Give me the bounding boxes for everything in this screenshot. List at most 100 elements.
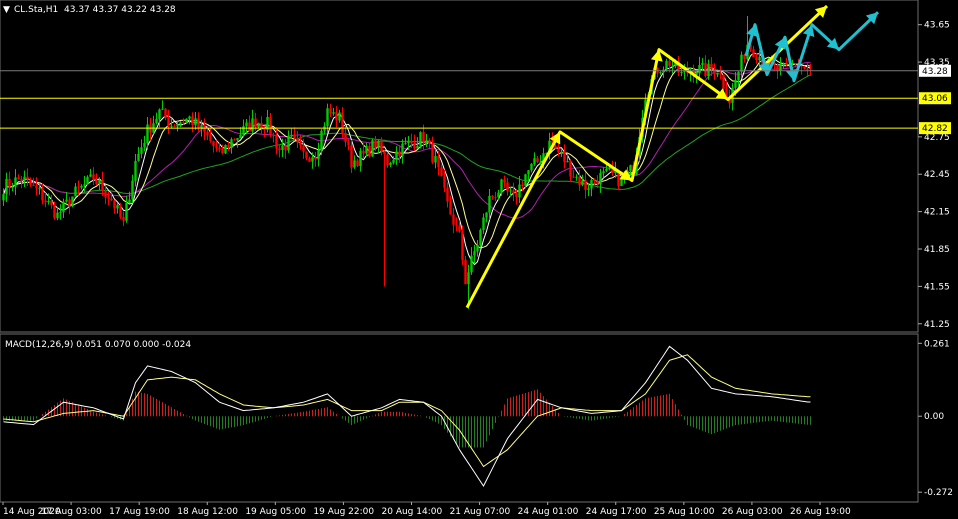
candle-body: [524, 174, 527, 186]
candle-body: [455, 224, 458, 226]
candle-body: [665, 61, 668, 70]
candle-body: [497, 192, 500, 198]
candle-body: [560, 151, 563, 153]
candle-body: [587, 188, 590, 190]
candle-body: [59, 212, 62, 214]
candle-body: [155, 118, 158, 124]
candle-body: [380, 140, 383, 152]
candle-body: [428, 140, 431, 144]
level-tag: 43.06: [922, 94, 948, 104]
candle-body: [221, 148, 224, 154]
macd-tick-label: 0.261: [924, 339, 950, 349]
candle-body: [482, 217, 485, 231]
time-tick-label: 17 Aug 19:00: [109, 507, 170, 517]
candle-body: [272, 134, 275, 136]
chart-area: 43.6543.3542.7542.4542.1541.8541.5541.25…: [0, 0, 953, 517]
candle-body: [20, 178, 23, 181]
candle-body: [248, 122, 251, 132]
candle-body: [737, 71, 740, 80]
price-tick-label: 43.65: [924, 21, 950, 31]
macd-tick-label: 0.00: [924, 412, 944, 422]
candle-body: [410, 141, 413, 144]
candle-body: [56, 212, 59, 219]
price-tick-label: 42.45: [924, 170, 950, 180]
candle-body: [71, 196, 74, 207]
candle-body: [158, 109, 161, 119]
candle-body: [362, 150, 365, 154]
candle-body: [407, 141, 410, 144]
candle-body: [704, 63, 707, 76]
candle-body: [251, 118, 254, 132]
candle-body: [659, 72, 662, 74]
candle-body: [422, 132, 425, 143]
price-tick-label: 41.55: [924, 282, 950, 292]
candle-body: [317, 150, 320, 160]
candle-body: [107, 197, 110, 199]
candle-body: [521, 184, 524, 186]
candle-body: [212, 141, 215, 147]
candle-body: [500, 179, 503, 193]
candle-body: [92, 174, 95, 180]
candle-body: [101, 179, 104, 192]
candle-body: [752, 49, 755, 58]
candle-body: [419, 132, 422, 146]
candle-body: [716, 72, 719, 75]
candle-body: [179, 122, 182, 125]
macd-tick-label: -0.272: [924, 488, 953, 498]
candle-body: [32, 184, 35, 186]
time-tick-label: 20 Aug 14:00: [382, 507, 443, 517]
candle-body: [782, 63, 785, 65]
candle-body: [128, 199, 131, 203]
price-tick-label: 41.85: [924, 245, 950, 255]
candle-body: [425, 140, 428, 143]
candle-body: [185, 118, 188, 123]
candle-body: [77, 186, 80, 188]
candle-body: [518, 184, 521, 198]
candle-body: [281, 145, 284, 150]
candle-body: [449, 201, 452, 215]
candle-body: [26, 176, 29, 180]
candle-body: [44, 200, 47, 203]
candle-body: [275, 134, 278, 149]
candle-body: [287, 136, 290, 151]
candle-body: [590, 179, 593, 189]
candle-body: [134, 160, 137, 181]
candle-body: [668, 61, 671, 66]
candle-body: [377, 140, 380, 148]
candle-body: [368, 146, 371, 157]
candle-body: [350, 144, 353, 168]
candle-body: [338, 112, 341, 121]
candle-body: [50, 201, 53, 205]
candle-body: [779, 64, 782, 71]
candle-body: [14, 177, 17, 187]
candle-body: [581, 180, 584, 185]
candle-body: [170, 125, 173, 127]
candle-body: [116, 205, 119, 209]
candle-body: [494, 197, 497, 199]
candle-body: [161, 108, 164, 110]
candle-body: [302, 145, 305, 152]
candle-body: [473, 251, 476, 256]
candle-body: [356, 160, 359, 167]
candle-body: [113, 200, 116, 209]
candle-body: [344, 133, 347, 142]
candle-body: [512, 190, 515, 193]
candle-body: [137, 153, 140, 161]
candle-body: [563, 151, 566, 163]
candle-body: [758, 57, 761, 61]
candle-body: [284, 145, 287, 151]
candle-body: [29, 179, 32, 185]
ohlc-readout: 43.37 43.37 43.22 43.28: [64, 5, 176, 15]
candle-body: [740, 54, 743, 72]
candle-body: [476, 244, 479, 252]
candle-body: [320, 130, 323, 151]
time-tick-label: 19 Aug 05:00: [245, 507, 306, 517]
candle-body: [506, 182, 509, 191]
symbol-dropdown-icon[interactable]: ▼: [3, 5, 10, 15]
candle-body: [755, 57, 758, 61]
candle-body: [734, 79, 737, 88]
candle-body: [569, 161, 572, 177]
candle-body: [533, 158, 536, 164]
price-tick-label: 41.25: [924, 320, 950, 330]
candle-body: [458, 225, 461, 231]
